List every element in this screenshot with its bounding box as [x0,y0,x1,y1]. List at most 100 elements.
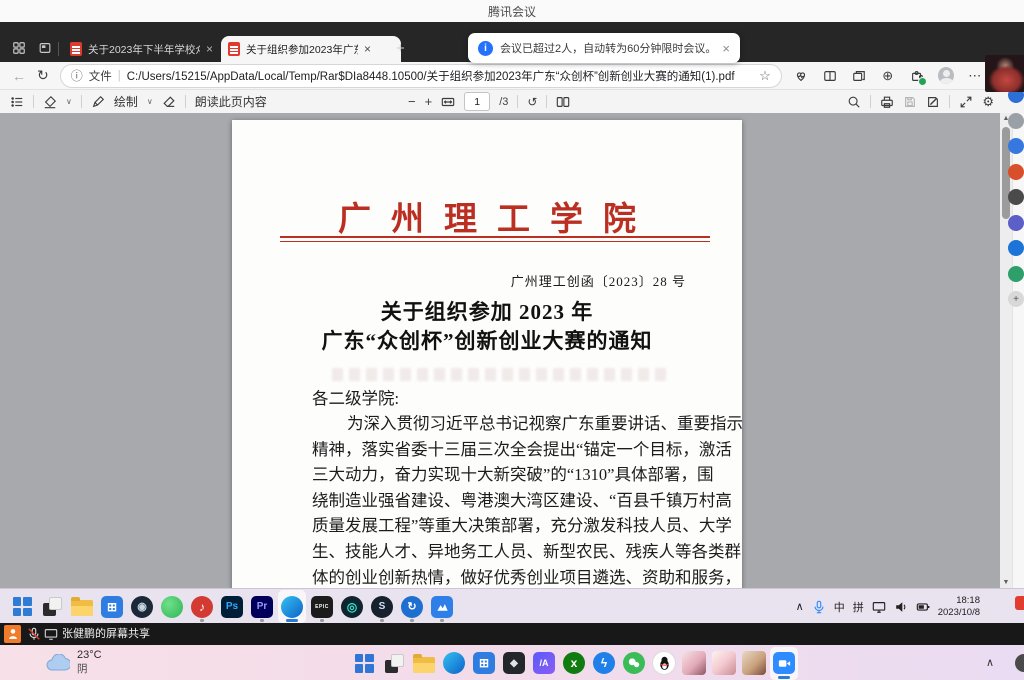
tab-pdf-1[interactable]: 关于2023年下半年学校众创空间 × [63,36,231,62]
thunder-app-icon[interactable]: ϟ [590,647,618,680]
microphone-icon[interactable] [812,600,826,614]
favorite-star-icon[interactable]: ☆ [759,68,771,84]
search-icon[interactable] [1008,113,1024,129]
page-view-icon[interactable] [556,95,570,109]
rotate-icon[interactable]: ↺ [527,95,537,109]
zoom-out-button[interactable]: − [408,94,416,109]
notification-tray-icon[interactable] [1015,596,1024,610]
workspaces-icon[interactable] [12,41,26,55]
ms-store-icon[interactable]: ⊞ [98,590,126,623]
letterhead-rule [280,236,710,242]
weather-widget[interactable]: 23°C 阴 [46,645,102,680]
teal-ring-app-icon[interactable]: ◎ [338,590,366,623]
xbox-icon[interactable]: x [560,647,588,680]
edge-icon[interactable] [440,647,468,680]
cloud-app-icon[interactable] [1008,138,1024,154]
eraser-icon[interactable] [162,95,176,109]
edge-icon[interactable] [278,590,306,623]
media-app-icon[interactable]: /A [530,647,558,680]
premiere-icon[interactable]: Pr [248,590,276,623]
page-info-icon[interactable]: ⓘ [71,67,83,84]
ime-pinyin-indicator[interactable]: 拼 [853,599,864,615]
meeting-video-thumbnail[interactable] [985,55,1024,92]
ime-language-indicator[interactable]: 中 [834,599,845,615]
browser-toolbar-icons: ⊕⋯ [793,68,983,84]
task-view-button[interactable] [380,647,408,680]
tab-close-icon[interactable]: × [364,42,371,56]
chevron-down-icon[interactable]: ∨ [147,97,153,106]
notification-close-icon[interactable]: × [722,41,730,56]
tab-title: 关于2023年下半年学校众创空间 [88,42,200,57]
read-aloud-button[interactable]: 朗读此页内容 [195,93,267,110]
add-icon[interactable]: + [1008,291,1024,307]
tab-close-icon[interactable]: × [206,42,213,56]
sync-app-icon[interactable]: ↻ [398,590,426,623]
qq-icon[interactable] [650,647,678,680]
document-title-line2: 广东“众创杯”创新创业大赛的通知 [232,325,742,355]
add-circle-icon[interactable]: ⊕ [880,68,896,84]
collections-icon[interactable] [851,68,867,84]
wechat-icon[interactable] [620,647,648,680]
battery-icon[interactable] [916,600,930,614]
start-button[interactable] [350,647,378,680]
divider [33,95,34,108]
url-field[interactable]: ⓘ 文件 | C:/Users/15215/AppData/Local/Temp… [60,64,782,88]
profile-avatar[interactable] [938,68,954,84]
pdf-viewer[interactable]: 广州理工学院 广州理工创函〔2023〕28 号 关于组织参加 2023 年 广东… [0,113,1024,588]
flag-app-icon[interactable] [1008,266,1024,282]
document-body-line: 质量发展工程”等重大决策部署，充分激发科技人员、大学 [312,513,694,539]
hidden-icons-chevron[interactable]: ∧ [796,600,804,613]
cast-monitor-icon[interactable] [872,600,886,614]
contacts-icon[interactable] [1008,189,1024,205]
photoshop-icon[interactable]: Ps [218,590,246,623]
hidden-icons-chevron[interactable]: ∧ [986,645,994,680]
tencent-meeting-icon[interactable] [770,647,798,680]
toolbox-icon[interactable] [1008,164,1024,180]
hexagon-app-icon[interactable]: ◆ [500,647,528,680]
start-button[interactable] [8,590,36,623]
extensions-icon[interactable] [909,68,925,84]
ms-store-icon[interactable]: ⊞ [470,647,498,680]
file-explorer-icon[interactable] [410,647,438,680]
settings-gear-icon[interactable]: ⚙ [982,94,994,110]
steam-icon[interactable]: ◉ [128,590,156,623]
steam-alt-icon[interactable]: S [368,590,396,623]
refresh-button[interactable]: ↻ [37,67,49,84]
draw-label[interactable]: 绘制 [114,93,138,110]
wegame-icon[interactable] [158,590,186,623]
cloud-drive-icon[interactable] [428,590,456,623]
more-menu-icon[interactable]: ⋯ [967,68,983,84]
game-thumbnail-3[interactable] [740,647,768,680]
fit-width-icon[interactable] [441,95,455,109]
game-thumbnail-1[interactable] [680,647,708,680]
task-view-button[interactable] [38,590,66,623]
tab-actions-icon[interactable] [38,41,52,55]
fullscreen-icon[interactable] [959,95,973,109]
chevron-down-icon[interactable]: ∨ [66,97,72,106]
save-icon[interactable] [903,95,917,109]
split-screen-icon[interactable] [822,68,838,84]
back-button[interactable]: ← [12,68,26,84]
settings-gear-icon[interactable] [1008,215,1024,231]
save-as-icon[interactable] [926,95,940,109]
draw-pen-icon[interactable] [91,95,105,109]
edge-sidebar-strip [1012,113,1024,588]
camera-app-icon[interactable] [1008,240,1024,256]
new-tab-button[interactable]: + [396,40,405,57]
highlighter-icon[interactable] [43,95,57,109]
file-explorer-icon[interactable] [68,590,96,623]
game-thumbnail-2[interactable] [710,647,738,680]
page-number-input[interactable] [464,92,490,111]
clock[interactable]: 18:18 2023/10/8 [938,595,980,619]
speaker-icon[interactable] [894,600,908,614]
print-icon[interactable] [880,95,894,109]
zoom-in-button[interactable]: + [425,94,433,109]
meeting-notification-toast[interactable]: i 会议已超过2人，自动转为60分钟限时会议。 × [468,33,740,63]
table-of-contents-icon[interactable] [10,95,24,109]
scroll-down-arrow[interactable]: ▼ [1000,579,1012,586]
epic-games-icon[interactable]: EPIC [308,590,336,623]
search-icon[interactable] [847,95,861,109]
netease-music-icon[interactable]: ♪ [188,590,216,623]
browser-essentials-icon[interactable] [793,68,809,84]
tab-pdf-2-active[interactable]: 关于组织参加2023年广东“众创杯 × [221,36,401,62]
